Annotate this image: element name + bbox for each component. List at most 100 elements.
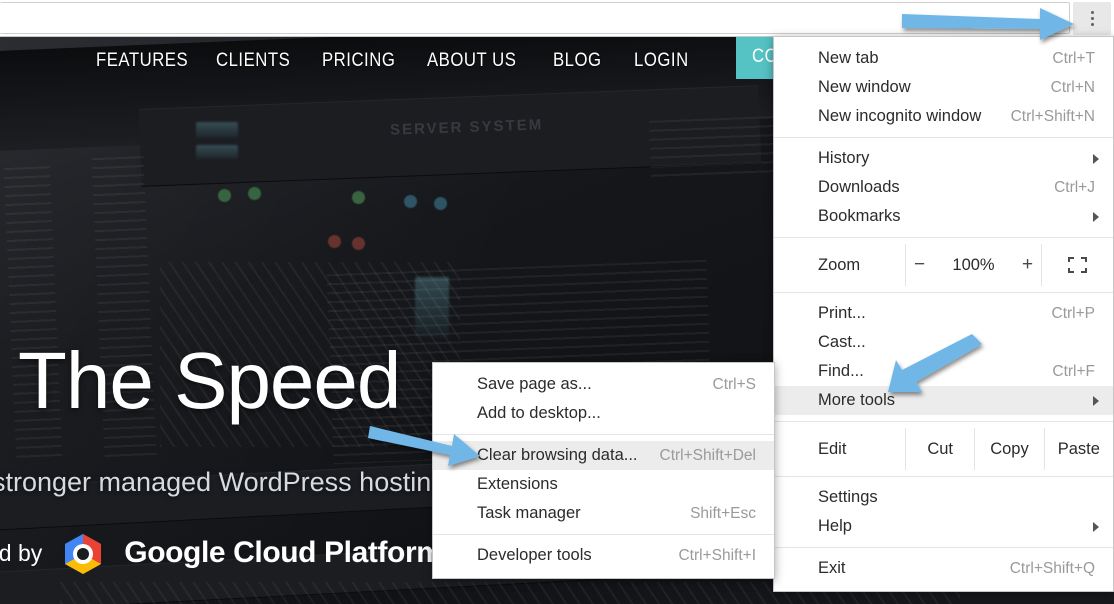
menu-item-label: New incognito window [818, 107, 982, 125]
menu-item-label: Add to desktop... [477, 404, 601, 422]
menu-separator [774, 237, 1113, 238]
menu-separator [433, 534, 774, 535]
menu-separator [774, 421, 1113, 422]
menu-item-shortcut: Shift+Esc [690, 504, 756, 522]
menu-separator [774, 292, 1113, 293]
menu-item-shortcut: Ctrl+Shift+N [1010, 107, 1095, 125]
panel-glow [196, 145, 238, 159]
submenu-item-developer-tools[interactable]: Developer tools Ctrl+Shift+I [433, 541, 774, 570]
three-dots-vertical-icon [1090, 23, 1094, 26]
menu-item-shortcut: Ctrl+P [1051, 304, 1096, 322]
edit-label: Edit [818, 439, 847, 458]
menu-item-shortcut: Ctrl+Shift+Del [659, 446, 756, 464]
google-cloud-platform-wordmark: Google Cloud Platform [124, 536, 443, 569]
menu-item-history[interactable]: History [774, 144, 1113, 173]
menu-separator [433, 434, 774, 435]
powered-by-text: ed by [0, 539, 43, 566]
led-indicator [434, 197, 447, 210]
menu-item-shortcut: Ctrl+F [1052, 362, 1095, 380]
submenu-item-task-manager[interactable]: Task manager Shift+Esc [433, 499, 774, 528]
chrome-main-menu[interactable]: New tab Ctrl+T New window Ctrl+N New inc… [773, 36, 1114, 592]
chevron-right-icon [1093, 521, 1099, 532]
nav-link-login[interactable]: LOGIN [634, 50, 689, 72]
chrome-menu-button[interactable] [1073, 2, 1111, 35]
menu-item-label: Downloads [818, 178, 900, 196]
submenu-item-clear-browsing-data[interactable]: Clear browsing data... Ctrl+Shift+Del [433, 441, 774, 470]
hero-subtitle: stronger managed WordPress hostin [0, 467, 432, 497]
zoom-label: Zoom [818, 255, 861, 274]
edit-copy-button[interactable]: Copy [974, 428, 1043, 470]
nav-link-pricing[interactable]: PRICING [322, 50, 395, 72]
zoom-in-button[interactable]: + [1019, 254, 1037, 276]
led-indicator [352, 191, 365, 204]
menu-item-label: Bookmarks [818, 207, 901, 225]
powered-by-block: ed by Google Cloud Platform [0, 528, 443, 578]
menu-item-label: New window [818, 78, 911, 96]
menu-item-shortcut: Ctrl+Shift+I [678, 546, 756, 564]
led-indicator [352, 237, 365, 250]
nav-link-blog[interactable]: BLOG [553, 50, 602, 72]
menu-item-shortcut: Ctrl+J [1054, 178, 1095, 196]
led-indicator [404, 195, 417, 208]
menu-row-edit: Edit Cut Copy Paste [774, 428, 1113, 470]
menu-item-label: Find... [818, 362, 864, 380]
menu-item-more-tools[interactable]: More tools [774, 386, 1113, 415]
menu-row-zoom: Zoom − 100% + [774, 244, 1113, 286]
menu-separator [774, 137, 1113, 138]
menu-item-new-tab[interactable]: New tab Ctrl+T [774, 44, 1113, 73]
submenu-item-extensions[interactable]: Extensions [433, 470, 774, 499]
menu-item-new-window[interactable]: New window Ctrl+N [774, 73, 1113, 102]
zoom-controls: − 100% + [905, 244, 1042, 286]
chevron-right-icon [1093, 211, 1099, 222]
menu-item-cast[interactable]: Cast... [774, 328, 1113, 357]
panel-glow [196, 122, 238, 138]
screenshot-root: SERVER SYSTEM FEATURES CLIENTS PRICING A… [0, 0, 1114, 604]
menu-item-label: Cast... [818, 333, 866, 351]
menu-item-bookmarks[interactable]: Bookmarks [774, 202, 1113, 231]
menu-item-shortcut: Ctrl+N [1050, 78, 1095, 96]
menu-item-label: Task manager [477, 504, 581, 522]
edit-paste-button[interactable]: Paste [1043, 428, 1113, 470]
more-tools-submenu[interactable]: Save page as... Ctrl+S Add to desktop...… [432, 362, 775, 579]
menu-item-settings[interactable]: Settings [774, 483, 1113, 512]
zoom-level-value: 100% [952, 255, 995, 274]
address-bar[interactable] [0, 2, 1070, 34]
nav-link-clients[interactable]: CLIENTS [216, 50, 290, 72]
nav-link-about-us[interactable]: ABOUT US [427, 50, 516, 72]
led-indicator [218, 189, 231, 202]
edit-cut-button[interactable]: Cut [905, 428, 974, 470]
menu-item-downloads[interactable]: Downloads Ctrl+J [774, 173, 1113, 202]
led-indicator [328, 235, 341, 248]
fullscreen-icon [1068, 257, 1087, 273]
menu-item-label: Help [818, 517, 852, 535]
submenu-item-save-page-as[interactable]: Save page as... Ctrl+S [433, 370, 774, 399]
menu-item-shortcut: Ctrl+S [712, 375, 757, 393]
menu-item-shortcut: Ctrl+T [1052, 49, 1095, 67]
menu-item-print[interactable]: Print... Ctrl+P [774, 299, 1113, 328]
three-dots-vertical-icon [1090, 17, 1094, 20]
menu-item-shortcut: Ctrl+Shift+Q [1009, 559, 1095, 577]
menu-separator [774, 547, 1113, 548]
panel-glow [415, 277, 449, 337]
nav-link-features[interactable]: FEATURES [96, 50, 188, 72]
hero-title: The Speed [18, 336, 401, 425]
menu-item-label: Extensions [477, 475, 558, 493]
fullscreen-button[interactable] [1042, 244, 1113, 286]
menu-item-help[interactable]: Help [774, 512, 1113, 541]
menu-item-find[interactable]: Find... Ctrl+F [774, 357, 1113, 386]
menu-item-label: Clear browsing data... [477, 446, 638, 464]
menu-item-label: New tab [818, 49, 879, 67]
submenu-item-add-to-desktop[interactable]: Add to desktop... [433, 399, 774, 428]
browser-toolbar [0, 0, 1114, 37]
chevron-right-icon [1093, 395, 1099, 406]
menu-item-new-incognito-window[interactable]: New incognito window Ctrl+Shift+N [774, 102, 1113, 131]
menu-item-label: Settings [818, 488, 878, 506]
zoom-out-button[interactable]: − [911, 254, 929, 276]
chevron-right-icon [1093, 153, 1099, 164]
menu-item-label: Developer tools [477, 546, 592, 564]
menu-item-label: More tools [818, 391, 896, 409]
menu-separator [774, 476, 1113, 477]
three-dots-vertical-icon [1090, 11, 1094, 14]
menu-item-exit[interactable]: Exit Ctrl+Shift+Q [774, 554, 1113, 583]
led-indicator [248, 187, 261, 200]
